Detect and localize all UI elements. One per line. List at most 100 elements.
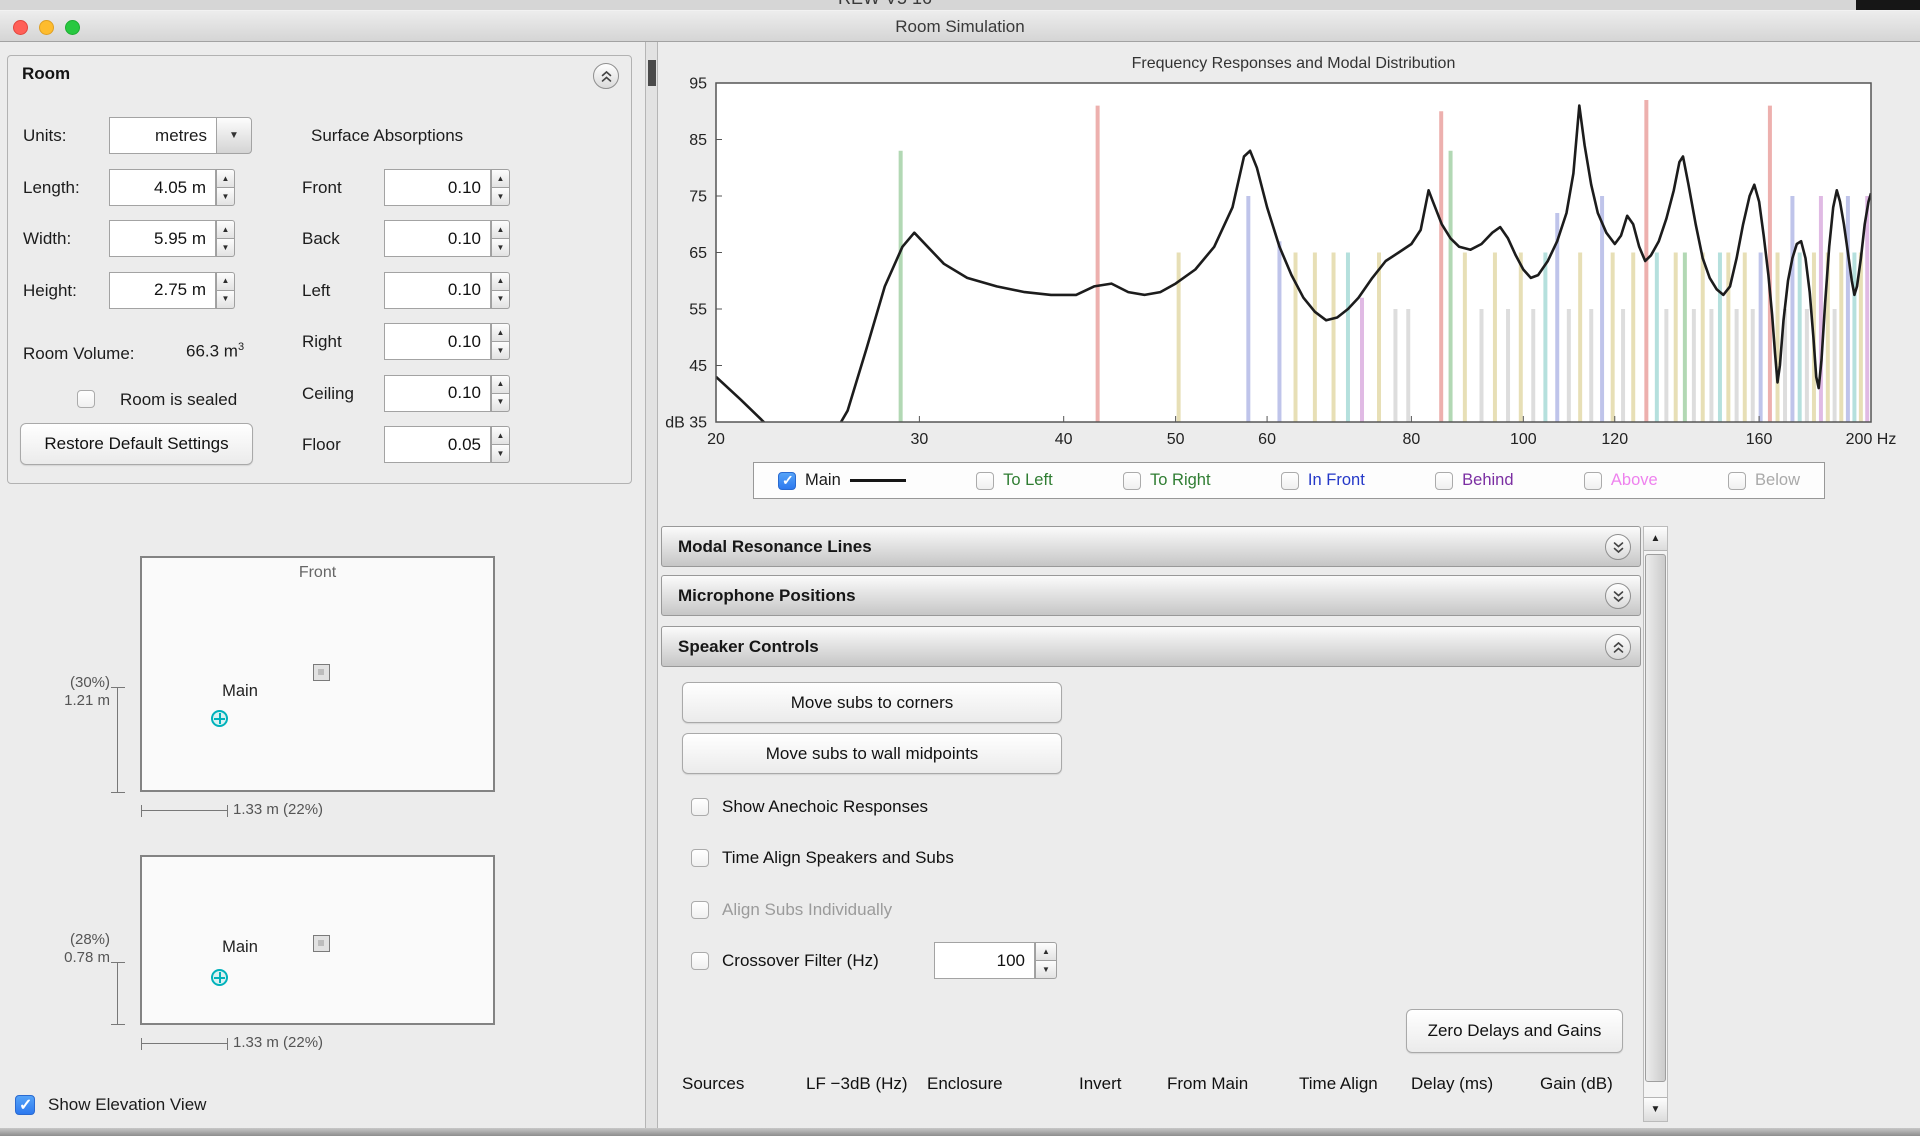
legend-checkbox-to-left[interactable] xyxy=(976,472,994,490)
spinner-up-icon[interactable]: ▲ xyxy=(216,169,235,188)
move-subs-corners-button[interactable]: Move subs to corners xyxy=(682,682,1062,723)
scroll-down-icon[interactable]: ▼ xyxy=(1644,1097,1667,1121)
restore-defaults-button[interactable]: Restore Default Settings xyxy=(20,423,253,465)
sources-table-header: Sources xyxy=(682,1074,744,1094)
listener-position-marker[interactable] xyxy=(313,664,330,681)
svg-text:95: 95 xyxy=(689,76,707,93)
window-title: Room Simulation xyxy=(0,17,1920,37)
spinner-down-icon[interactable]: ▼ xyxy=(216,239,235,257)
section-microphone-positions[interactable]: Microphone Positions xyxy=(661,575,1641,616)
spinner[interactable]: ▲▼ xyxy=(491,375,510,412)
spinner-up-icon[interactable]: ▲ xyxy=(491,220,510,239)
svg-text:75: 75 xyxy=(689,189,707,206)
spinner-down-icon[interactable]: ▼ xyxy=(491,445,510,463)
scrollbar-thumb[interactable] xyxy=(1645,554,1666,1082)
sources-table-header: From Main xyxy=(1167,1074,1248,1094)
legend-item-to-left[interactable]: To Left xyxy=(976,471,1053,490)
sources-table-header: Enclosure xyxy=(927,1074,1003,1094)
crossover-spinner[interactable]: ▲ ▼ xyxy=(1035,942,1057,979)
crossover-frequency-field[interactable]: 100 xyxy=(934,942,1035,979)
room-dimension-field[interactable]: 4.05 m xyxy=(109,169,216,206)
svg-text:120: 120 xyxy=(1601,431,1628,448)
legend-item-above[interactable]: Above xyxy=(1584,471,1658,490)
spinner-down-icon[interactable]: ▼ xyxy=(491,394,510,412)
main-speaker-icon[interactable] xyxy=(211,969,228,986)
legend-checkbox-above[interactable] xyxy=(1584,472,1602,490)
split-pane-divider[interactable] xyxy=(645,42,658,1128)
speaker-option-checkbox[interactable] xyxy=(691,798,709,816)
spinner-up-icon[interactable]: ▲ xyxy=(491,272,510,291)
room-dimension-field[interactable]: 5.95 m xyxy=(109,220,216,257)
legend-item-to-right[interactable]: To Right xyxy=(1123,471,1211,490)
spinner-up-icon[interactable]: ▲ xyxy=(491,375,510,394)
room-sealed-checkbox[interactable] xyxy=(77,390,95,408)
absorption-field[interactable]: 0.05 xyxy=(384,426,491,463)
spinner-down-icon[interactable]: ▼ xyxy=(491,188,510,206)
absorption-field[interactable]: 0.10 xyxy=(384,272,491,309)
sources-table-header: Gain (dB) xyxy=(1540,1074,1613,1094)
spinner[interactable]: ▲▼ xyxy=(491,220,510,257)
legend-item-in-front[interactable]: In Front xyxy=(1281,471,1365,490)
legend-checkbox-below[interactable] xyxy=(1728,472,1746,490)
spinner-down-icon[interactable]: ▼ xyxy=(491,291,510,309)
show-elevation-label: Show Elevation View xyxy=(48,1095,206,1115)
spinner-down-icon[interactable]: ▼ xyxy=(216,188,235,206)
zero-delays-gains-button[interactable]: Zero Delays and Gains xyxy=(1406,1009,1623,1053)
speaker-option-checkbox[interactable] xyxy=(691,952,709,970)
spinner[interactable]: ▲▼ xyxy=(491,426,510,463)
listener-position-marker[interactable] xyxy=(313,935,330,952)
absorption-field[interactable]: 0.10 xyxy=(384,375,491,412)
main-speaker-icon[interactable] xyxy=(211,710,228,727)
section-modal-resonance-lines[interactable]: Modal Resonance Lines xyxy=(661,526,1641,567)
spinner[interactable]: ▲▼ xyxy=(491,272,510,309)
split-pane-collapse-handle[interactable] xyxy=(648,60,656,86)
expand-section-icon[interactable] xyxy=(1605,583,1631,609)
room-elevation-view[interactable]: Main xyxy=(140,855,495,1025)
window-title-bar: Room Simulation xyxy=(0,10,1920,42)
spinner-up-icon[interactable]: ▲ xyxy=(216,220,235,239)
plan-bottom-dim-value: 1.33 m (22%) xyxy=(233,801,323,818)
collapse-room-panel-icon[interactable] xyxy=(593,63,619,89)
absorption-field[interactable]: 0.10 xyxy=(384,220,491,257)
speaker-option-label: Show Anechoic Responses xyxy=(722,797,928,817)
chevron-down-icon[interactable]: ▼ xyxy=(216,117,252,154)
room-plan-view[interactable]: Front Main xyxy=(140,556,495,792)
plan-left-dimension-line xyxy=(117,687,118,793)
spinner-down-icon[interactable]: ▼ xyxy=(491,239,510,257)
spinner-down-icon[interactable]: ▼ xyxy=(491,342,510,360)
legend-item-behind[interactable]: Behind xyxy=(1435,471,1513,490)
spinner-up-icon[interactable]: ▲ xyxy=(1035,942,1057,961)
spinner-down-icon[interactable]: ▼ xyxy=(216,291,235,309)
legend-checkbox-to-right[interactable] xyxy=(1123,472,1141,490)
legend-checkbox-in-front[interactable] xyxy=(1281,472,1299,490)
room-dimension-field[interactable]: 2.75 m xyxy=(109,272,216,309)
units-select[interactable]: metres ▼ xyxy=(109,117,252,154)
spinner-up-icon[interactable]: ▲ xyxy=(491,323,510,342)
show-elevation-checkbox[interactable] xyxy=(15,1095,35,1115)
vertical-scrollbar[interactable]: ▲ ▼ xyxy=(1643,526,1668,1122)
spinner-up-icon[interactable]: ▲ xyxy=(216,272,235,291)
legend-item-main[interactable]: Main xyxy=(778,471,906,490)
spinner[interactable]: ▲▼ xyxy=(216,220,235,257)
scroll-up-icon[interactable]: ▲ xyxy=(1644,527,1667,551)
spinner[interactable]: ▲▼ xyxy=(216,169,235,206)
legend-item-below[interactable]: Below xyxy=(1728,471,1800,490)
legend-checkbox-behind[interactable] xyxy=(1435,472,1453,490)
move-subs-midpoints-button[interactable]: Move subs to wall midpoints xyxy=(682,733,1062,774)
collapse-section-icon[interactable] xyxy=(1605,634,1631,660)
spinner[interactable]: ▲▼ xyxy=(491,169,510,206)
absorption-field[interactable]: 0.10 xyxy=(384,169,491,206)
absorption-label: Front xyxy=(302,178,342,198)
spinner-up-icon[interactable]: ▲ xyxy=(491,426,510,445)
section-speaker-controls[interactable]: Speaker Controls xyxy=(661,626,1641,667)
absorption-field[interactable]: 0.10 xyxy=(384,323,491,360)
svg-text:40: 40 xyxy=(1055,431,1073,448)
spinner[interactable]: ▲▼ xyxy=(491,323,510,360)
speaker-option-checkbox[interactable] xyxy=(691,901,709,919)
legend-checkbox-main[interactable] xyxy=(778,472,796,490)
spinner[interactable]: ▲▼ xyxy=(216,272,235,309)
spinner-down-icon[interactable]: ▼ xyxy=(1035,961,1057,979)
spinner-up-icon[interactable]: ▲ xyxy=(491,169,510,188)
expand-section-icon[interactable] xyxy=(1605,534,1631,560)
speaker-option-checkbox[interactable] xyxy=(691,849,709,867)
